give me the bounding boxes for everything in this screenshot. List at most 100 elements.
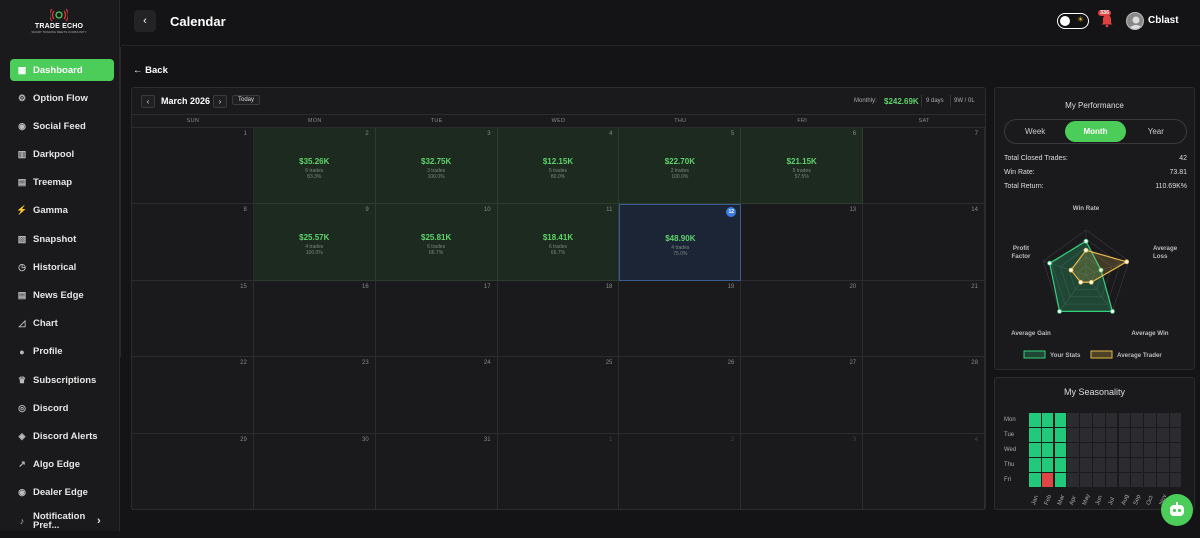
calendar-day-cell[interactable]: 12 $48.90K 4 trades 75.0%	[619, 204, 742, 281]
calendar-day-cell[interactable]: 16	[253, 280, 376, 358]
calendar-day-cell[interactable]: 4 $12.15K 5 trades 80.0%	[497, 128, 620, 205]
chat-support-button[interactable]	[1161, 494, 1193, 526]
seasonality-cell[interactable]	[1041, 458, 1054, 472]
seasonality-cell[interactable]	[1093, 473, 1105, 487]
calendar-day-cell[interactable]: 1	[132, 128, 254, 205]
seasonality-cell[interactable]	[1029, 443, 1041, 457]
sidebar-item-chart[interactable]: ◿ Chart	[10, 313, 114, 335]
seasonality-cell[interactable]	[1093, 443, 1105, 457]
calendar-day-cell[interactable]: 25	[497, 357, 620, 434]
seasonality-cell[interactable]	[1131, 413, 1143, 427]
seasonality-cell[interactable]	[1105, 443, 1118, 457]
seasonality-cell[interactable]	[1093, 458, 1105, 472]
seasonality-cell[interactable]	[1080, 458, 1092, 472]
seasonality-cell[interactable]	[1029, 428, 1041, 442]
username[interactable]: Cblast	[1148, 15, 1179, 26]
sidebar-item-snapshot[interactable]: ▧ Snapshot	[10, 228, 114, 250]
calendar-day-cell[interactable]: 1	[497, 433, 620, 510]
notifications-button[interactable]: 336	[1098, 10, 1114, 28]
seasonality-cell[interactable]	[1169, 413, 1182, 427]
calendar-day-cell[interactable]: 17	[375, 280, 498, 358]
seasonality-cell[interactable]	[1080, 428, 1092, 442]
seasonality-cell[interactable]	[1157, 428, 1169, 442]
seasonality-cell[interactable]	[1054, 473, 1067, 487]
seasonality-cell[interactable]	[1054, 428, 1067, 442]
seasonality-cell[interactable]	[1144, 413, 1156, 427]
seasonality-cell[interactable]	[1080, 473, 1092, 487]
seasonality-cell[interactable]	[1067, 443, 1079, 457]
calendar-day-cell[interactable]: 3	[741, 433, 864, 510]
calendar-day-cell[interactable]: 28	[863, 357, 985, 434]
today-button[interactable]: Today	[232, 95, 261, 105]
sidebar-item-social-feed[interactable]: ◉ Social Feed	[10, 115, 114, 137]
seasonality-cell[interactable]	[1118, 458, 1131, 472]
sidebar-item-treemap[interactable]: ▤ Treemap	[10, 172, 114, 194]
seasonality-cell[interactable]	[1041, 413, 1054, 427]
seasonality-cell[interactable]	[1118, 428, 1131, 442]
seasonality-cell[interactable]	[1131, 473, 1143, 487]
calendar-day-cell[interactable]: 13	[741, 204, 864, 281]
calendar-day-cell[interactable]: 31	[375, 433, 498, 510]
sidebar-item-dashboard[interactable]: ▦ Dashboard	[10, 59, 114, 81]
calendar-day-cell[interactable]: 20	[741, 280, 864, 358]
seasonality-cell[interactable]	[1054, 443, 1067, 457]
calendar-day-cell[interactable]: 2	[619, 433, 742, 510]
seasonality-cell[interactable]	[1029, 458, 1041, 472]
seasonality-cell[interactable]	[1118, 413, 1131, 427]
calendar-day-cell[interactable]: 11 $18.41K 6 trades 66.7%	[497, 204, 620, 281]
seasonality-cell[interactable]	[1093, 428, 1105, 442]
calendar-day-cell[interactable]: 19	[619, 280, 742, 358]
seasonality-cell[interactable]	[1169, 473, 1182, 487]
calendar-day-cell[interactable]: 14	[863, 204, 985, 281]
sidebar-item-discord-alerts[interactable]: ◈ Discord Alerts	[10, 425, 114, 447]
seasonality-cell[interactable]	[1054, 413, 1067, 427]
calendar-day-cell[interactable]: 10 $25.81K 6 trades 66.7%	[375, 204, 498, 281]
calendar-day-cell[interactable]: 8	[132, 204, 254, 281]
seasonality-cell[interactable]	[1093, 413, 1105, 427]
tab-year[interactable]: Year	[1126, 120, 1186, 143]
sidebar-item-dealer-edge[interactable]: ◉ Dealer Edge	[10, 482, 114, 504]
sidebar-item-profile[interactable]: ● Profile	[10, 341, 114, 363]
calendar-day-cell[interactable]: 6 $21.15K 5 trades 57.5%	[741, 128, 864, 205]
prev-month-button[interactable]: ‹	[141, 95, 155, 108]
sidebar-item-notification-pref[interactable]: ♪ Notification Pref... ›	[10, 510, 114, 532]
theme-toggle[interactable]: ☀	[1057, 13, 1089, 29]
sidebar-item-discord[interactable]: ◎ Discord	[10, 397, 114, 419]
sidebar-item-option-flow[interactable]: ⚙ Option Flow	[10, 87, 114, 109]
seasonality-cell[interactable]	[1067, 428, 1079, 442]
calendar-day-cell[interactable]: 3 $32.75K 3 trades 100.0%	[375, 128, 498, 205]
avatar[interactable]	[1126, 12, 1144, 30]
calendar-day-cell[interactable]: 29	[132, 433, 254, 510]
calendar-day-cell[interactable]: 18	[497, 280, 620, 358]
seasonality-cell[interactable]	[1144, 428, 1156, 442]
seasonality-cell[interactable]	[1131, 458, 1143, 472]
next-month-button[interactable]: ›	[213, 95, 227, 108]
calendar-day-cell[interactable]: 26	[619, 357, 742, 434]
sidebar-scrollbar[interactable]	[119, 47, 121, 357]
seasonality-cell[interactable]	[1131, 443, 1143, 457]
seasonality-cell[interactable]	[1067, 413, 1079, 427]
seasonality-cell[interactable]	[1041, 473, 1054, 487]
seasonality-cell[interactable]	[1169, 428, 1182, 442]
seasonality-cell[interactable]	[1169, 458, 1182, 472]
seasonality-cell[interactable]	[1029, 473, 1041, 487]
seasonality-cell[interactable]	[1131, 428, 1143, 442]
brand-logo[interactable]: TRADE ECHO SMART TRADING MEETS COMMUNITY	[27, 8, 91, 38]
seasonality-cell[interactable]	[1080, 443, 1092, 457]
seasonality-cell[interactable]	[1157, 413, 1169, 427]
seasonality-cell[interactable]	[1105, 458, 1118, 472]
seasonality-cell[interactable]	[1157, 473, 1169, 487]
calendar-day-cell[interactable]: 15	[132, 280, 254, 358]
sidebar-item-news-edge[interactable]: ▤ News Edge	[10, 285, 114, 307]
sidebar-item-darkpool[interactable]: ▥ Darkpool	[10, 144, 114, 166]
calendar-day-cell[interactable]: 7	[863, 128, 985, 205]
sidebar-item-subscriptions[interactable]: ♛ Subscriptions	[10, 369, 114, 391]
seasonality-cell[interactable]	[1080, 413, 1092, 427]
seasonality-cell[interactable]	[1169, 443, 1182, 457]
seasonality-cell[interactable]	[1054, 458, 1067, 472]
seasonality-cell[interactable]	[1105, 473, 1118, 487]
seasonality-cell[interactable]	[1118, 443, 1131, 457]
calendar-day-cell[interactable]: 23	[253, 357, 376, 434]
calendar-day-cell[interactable]: 24	[375, 357, 498, 434]
seasonality-cell[interactable]	[1029, 413, 1041, 427]
